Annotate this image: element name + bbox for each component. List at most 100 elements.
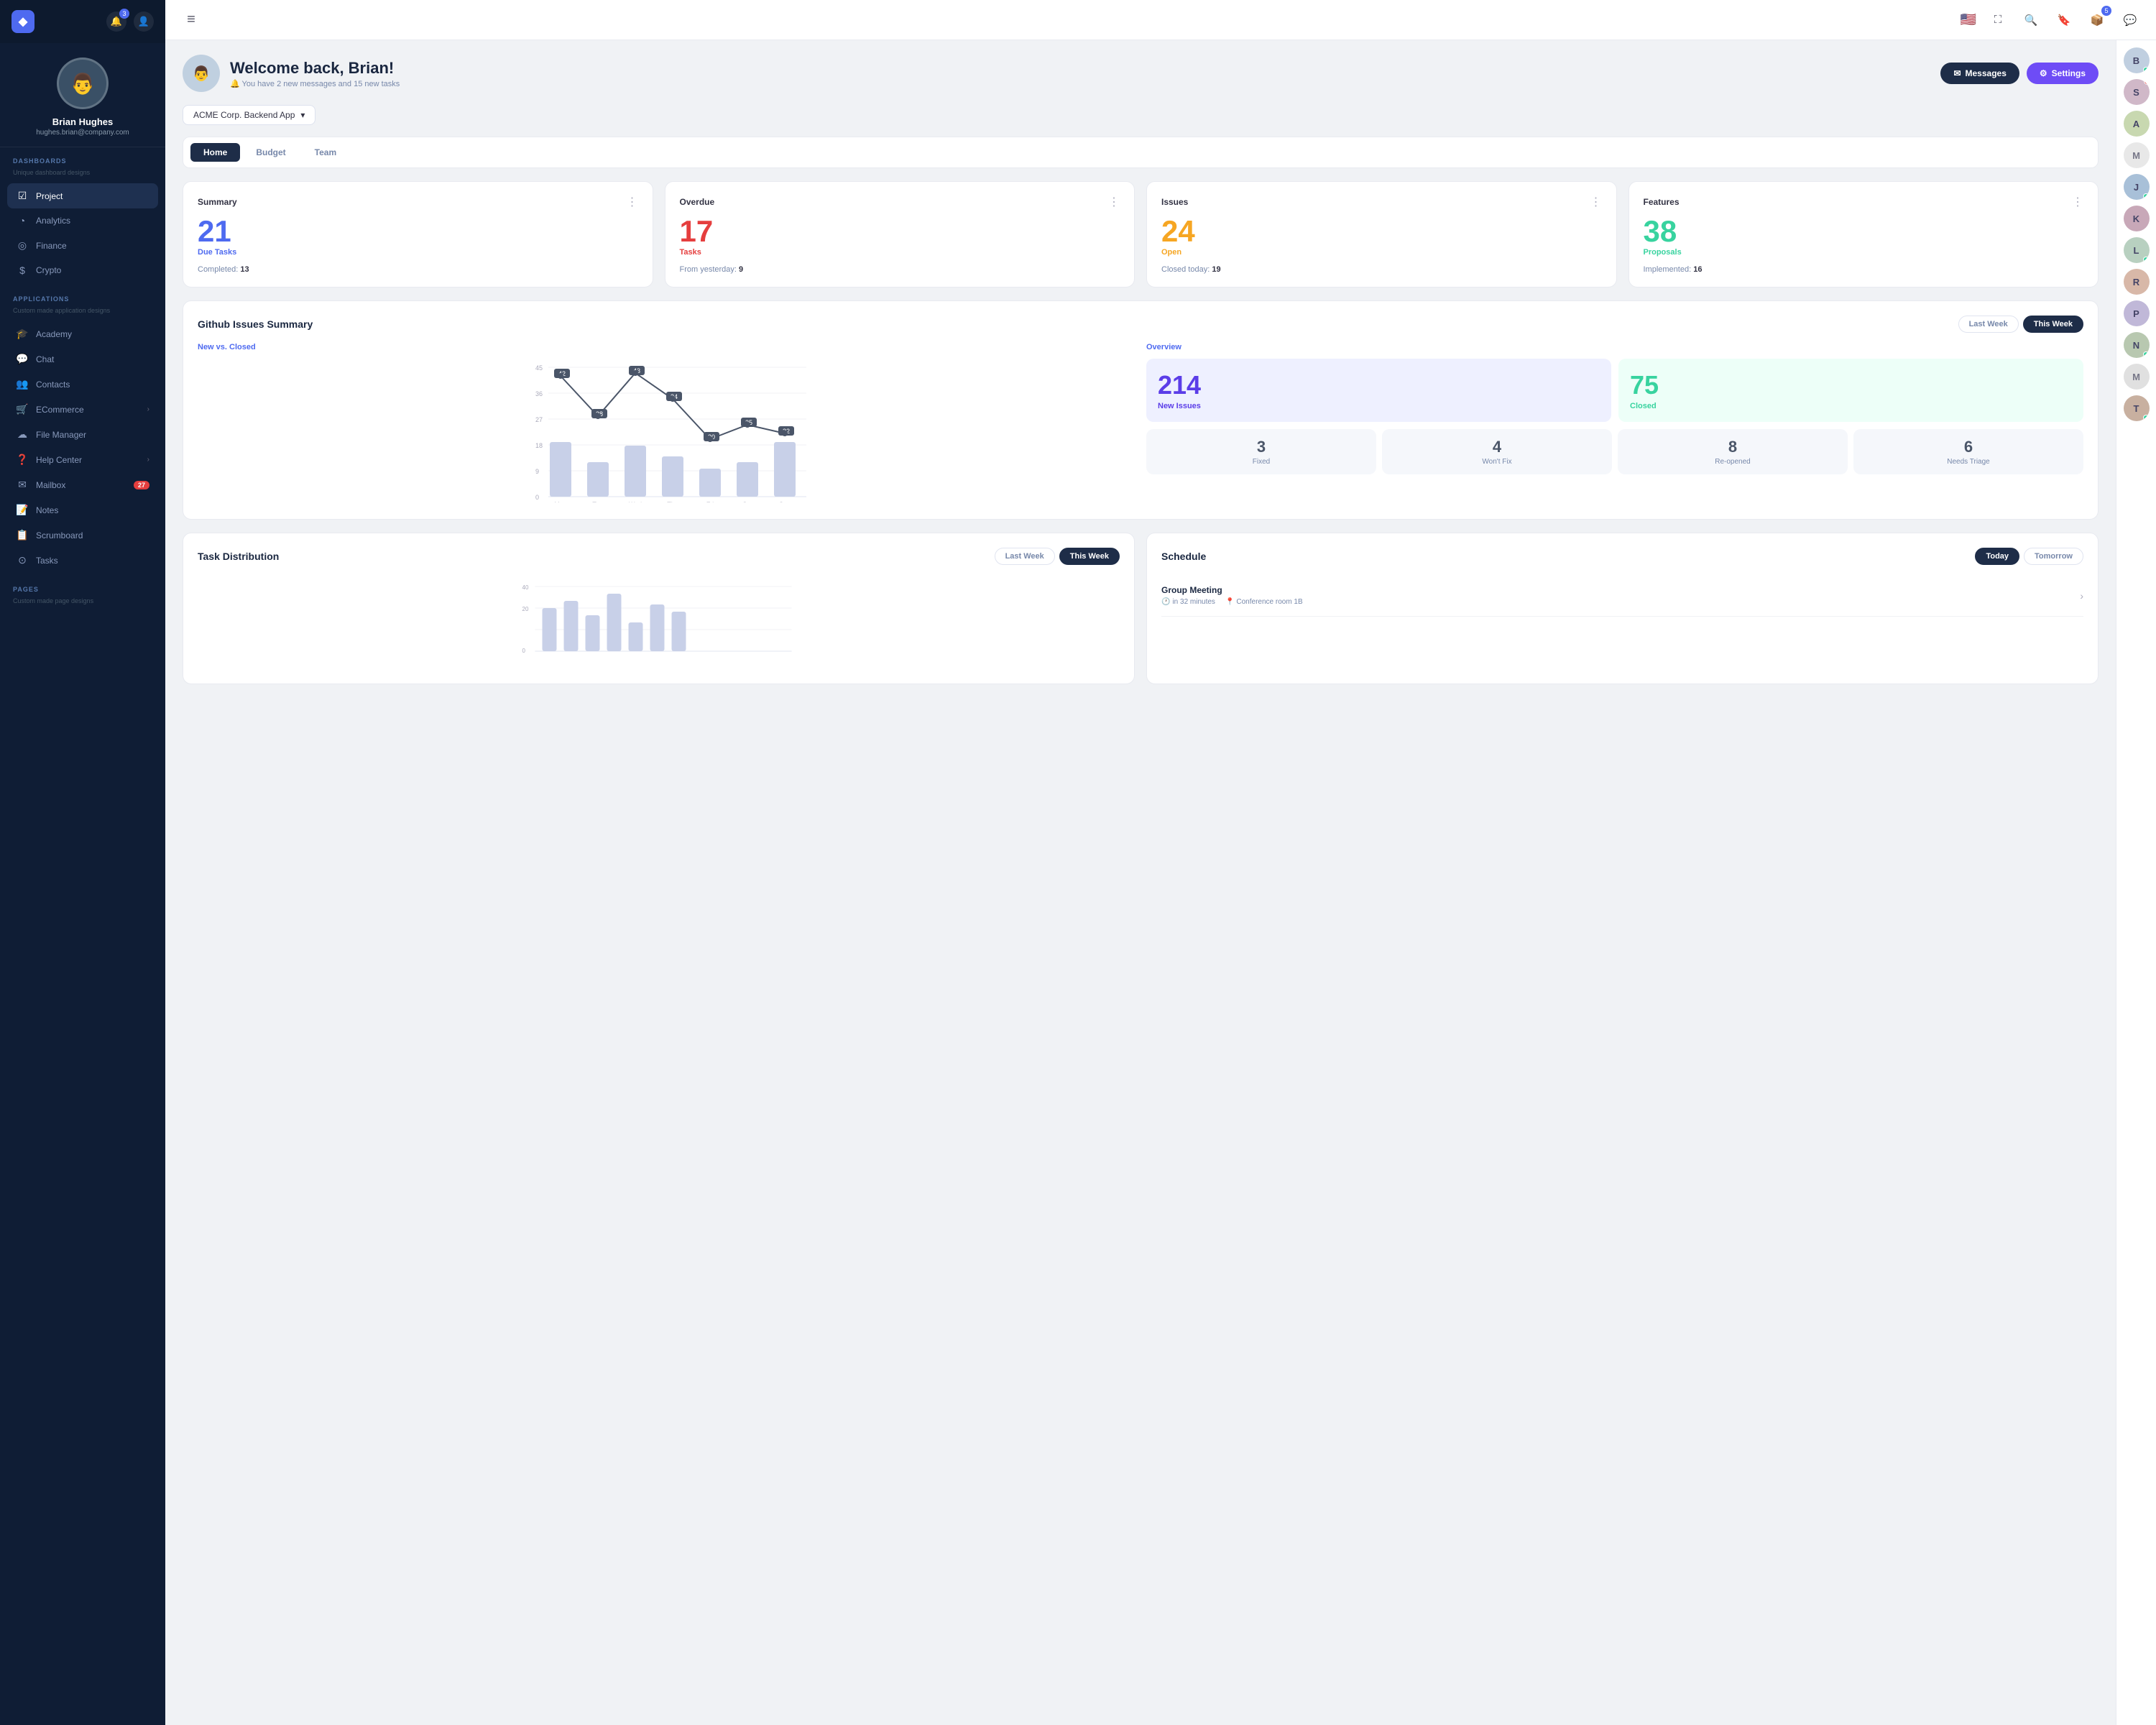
rp-avatar-8[interactable]: P bbox=[2124, 300, 2150, 326]
topbar: ≡ 🇺🇸 ⛶ 🔍 🔖 📦 5 💬 bbox=[165, 0, 2156, 40]
crypto-icon: $ bbox=[16, 264, 29, 276]
card-menu-icon[interactable]: ⋮ bbox=[1590, 195, 1602, 209]
sidebar-item-tasks[interactable]: ⊙ Tasks bbox=[7, 548, 158, 573]
card-title: Summary bbox=[198, 197, 237, 207]
sidebar-item-academy[interactable]: 🎓 Academy bbox=[7, 321, 158, 346]
overview-bottom: 3 Fixed 4 Won't Fix 8 Re-opened bbox=[1146, 429, 2083, 474]
github-summary-card: Github Issues Summary Last Week This Wee… bbox=[183, 300, 2099, 520]
sidebar-item-chat[interactable]: 💬 Chat bbox=[7, 346, 158, 372]
svg-text:0: 0 bbox=[535, 494, 539, 501]
rp-avatar-9[interactable]: N bbox=[2124, 332, 2150, 358]
fullscreen-button[interactable]: ⛶ bbox=[1986, 9, 2009, 32]
menu-button[interactable]: ≡ bbox=[180, 9, 203, 32]
sidebar-item-filemanager[interactable]: ☁ File Manager bbox=[7, 422, 158, 447]
bookmark-button[interactable]: 🔖 bbox=[2053, 9, 2076, 32]
user-icon-button[interactable]: 👤 bbox=[134, 12, 154, 32]
chat-button[interactable]: 💬 bbox=[2119, 9, 2142, 32]
task-this-week-button[interactable]: This Week bbox=[1059, 548, 1120, 565]
welcome-actions: ✉ Messages ⚙ Settings bbox=[1940, 63, 2099, 84]
sidebar-item-crypto[interactable]: $ Crypto bbox=[7, 258, 158, 282]
card-menu-icon[interactable]: ⋮ bbox=[2072, 195, 2083, 209]
svg-text:45: 45 bbox=[535, 364, 543, 372]
sidebar-item-ecommerce[interactable]: 🛒 ECommerce › bbox=[7, 397, 158, 422]
tasks-icon: ⊙ bbox=[16, 554, 29, 566]
fixed-card: 3 Fixed bbox=[1146, 429, 1376, 474]
pages-subtitle: Custom made page designs bbox=[7, 597, 158, 612]
sidebar-item-helpcenter[interactable]: ❓ Help Center › bbox=[7, 447, 158, 472]
helpcenter-icon: ❓ bbox=[16, 454, 29, 466]
event-time: 🕐 in 32 minutes bbox=[1161, 598, 1215, 606]
user-email: hughes.brian@company.com bbox=[36, 129, 129, 137]
sidebar-item-project[interactable]: ☑ Project bbox=[7, 183, 158, 208]
messages-button[interactable]: ✉ Messages bbox=[1940, 63, 2019, 84]
sidebar-item-label: Help Center bbox=[36, 455, 82, 465]
stat-card-summary: Summary ⋮ 21 Due Tasks Completed: 13 bbox=[183, 181, 653, 288]
fixed-number: 3 bbox=[1152, 438, 1370, 456]
stat-label: Open bbox=[1161, 248, 1602, 257]
tab-budget[interactable]: Budget bbox=[243, 143, 298, 162]
svg-text:20: 20 bbox=[522, 606, 529, 612]
stat-card-issues: Issues ⋮ 24 Open Closed today: 19 bbox=[1146, 181, 1617, 288]
sidebar-item-label: File Manager bbox=[36, 430, 86, 440]
language-flag[interactable]: 🇺🇸 bbox=[1961, 12, 1976, 27]
last-week-button[interactable]: Last Week bbox=[1958, 316, 2019, 333]
rp-avatar-10[interactable]: M bbox=[2124, 364, 2150, 390]
svg-text:36: 36 bbox=[535, 390, 543, 397]
tab-home[interactable]: Home bbox=[190, 143, 240, 162]
ecommerce-icon: 🛒 bbox=[16, 403, 29, 415]
pages-title: PAGES bbox=[7, 586, 158, 597]
rp-avatar-11[interactable]: T bbox=[2124, 395, 2150, 421]
tomorrow-button[interactable]: Tomorrow bbox=[2024, 548, 2083, 565]
card-title: Issues bbox=[1161, 197, 1188, 207]
rp-avatar-5[interactable]: K bbox=[2124, 206, 2150, 231]
task-last-week-button[interactable]: Last Week bbox=[995, 548, 1055, 565]
fixed-label: Fixed bbox=[1152, 458, 1370, 466]
chevron-right-icon[interactable]: › bbox=[2080, 590, 2083, 602]
rp-avatar-2[interactable]: A bbox=[2124, 111, 2150, 137]
search-button[interactable]: 🔍 bbox=[2019, 9, 2042, 32]
card-menu-icon[interactable]: ⋮ bbox=[1108, 195, 1120, 209]
schedule-item: Group Meeting 🕐 in 32 minutes 📍 Conferen… bbox=[1161, 575, 2083, 617]
project-selector[interactable]: ACME Corp. Backend App ▾ bbox=[183, 105, 315, 125]
welcome-heading: Welcome back, Brian! bbox=[230, 59, 400, 78]
sidebar-item-finance[interactable]: ◎ Finance bbox=[7, 233, 158, 258]
inbox-button[interactable]: 📦 5 bbox=[2086, 9, 2109, 32]
sidebar-item-analytics[interactable]: ◔ Analytics bbox=[7, 208, 158, 233]
sidebar-item-mailbox[interactable]: ✉ Mailbox 27 bbox=[7, 472, 158, 497]
chart-label: New vs. Closed bbox=[198, 343, 1135, 351]
triage-label: Needs Triage bbox=[1859, 458, 2078, 466]
schedule-meta: 🕐 in 32 minutes 📍 Conference room 1B bbox=[1161, 598, 1303, 606]
reopened-number: 8 bbox=[1623, 438, 1842, 456]
main-area: ≡ 🇺🇸 ⛶ 🔍 🔖 📦 5 💬 👨 Welcome back, Brian! … bbox=[165, 0, 2156, 1725]
dashboards-subtitle: Unique dashboard designs bbox=[7, 169, 158, 183]
today-button[interactable]: Today bbox=[1975, 548, 2019, 565]
rp-avatar-1[interactable]: S bbox=[2124, 79, 2150, 105]
notes-icon: 📝 bbox=[16, 504, 29, 516]
rp-avatar-0[interactable]: B bbox=[2124, 47, 2150, 73]
sidebar-item-label: Mailbox bbox=[36, 480, 65, 490]
rp-avatar-7[interactable]: R bbox=[2124, 269, 2150, 295]
github-week-toggle: Last Week This Week bbox=[1958, 316, 2083, 333]
rp-avatar-3[interactable]: M bbox=[2124, 142, 2150, 168]
overview-label: Overview bbox=[1146, 343, 2083, 351]
settings-button[interactable]: ⚙ Settings bbox=[2027, 63, 2099, 84]
notifications-button[interactable]: 🔔 3 bbox=[106, 12, 126, 32]
sidebar-item-notes[interactable]: 📝 Notes bbox=[7, 497, 158, 523]
rp-avatar-6[interactable]: L bbox=[2124, 237, 2150, 263]
sidebar-item-contacts[interactable]: 👥 Contacts bbox=[7, 372, 158, 397]
this-week-button[interactable]: This Week bbox=[2023, 316, 2083, 333]
bottom-row: Task Distribution Last Week This Week 40 bbox=[183, 533, 2099, 697]
app-logo[interactable]: ◆ bbox=[11, 10, 34, 33]
card-menu-icon[interactable]: ⋮ bbox=[627, 195, 638, 209]
svg-text:Sat: Sat bbox=[742, 501, 752, 502]
task-distribution-card: Task Distribution Last Week This Week 40 bbox=[183, 533, 1135, 684]
svg-text:Sun: Sun bbox=[779, 501, 791, 502]
sidebar-item-label: Academy bbox=[36, 329, 72, 339]
line-bar-chart: 45 36 27 18 9 0 bbox=[198, 359, 1135, 502]
sidebar-item-scrumboard[interactable]: 📋 Scrumboard bbox=[7, 523, 158, 548]
tab-team[interactable]: Team bbox=[302, 143, 349, 162]
stat-footer: Completed: 13 bbox=[198, 265, 638, 274]
rp-avatar-4[interactable]: J bbox=[2124, 174, 2150, 200]
user-name: Brian Hughes bbox=[52, 116, 114, 127]
envelope-icon: ✉ bbox=[1953, 68, 1961, 78]
